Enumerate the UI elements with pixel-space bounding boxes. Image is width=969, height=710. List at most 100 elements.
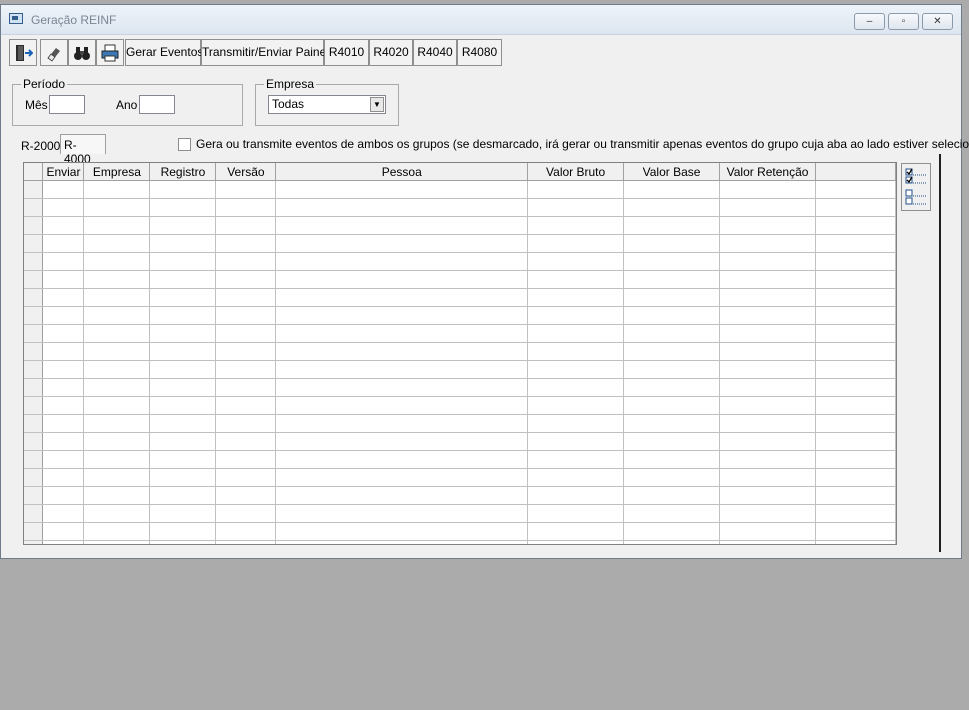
ambos-grupos-checkbox[interactable] — [178, 138, 191, 151]
row-indicator[interactable] — [24, 432, 44, 451]
row-indicator[interactable] — [24, 414, 44, 433]
table-cell[interactable] — [42, 180, 85, 199]
events-grid[interactable]: Enviar Empresa Registro Versão Pessoa Va… — [23, 162, 897, 545]
table-cell[interactable] — [815, 378, 896, 397]
table-cell[interactable] — [815, 198, 896, 217]
table-cell[interactable] — [275, 540, 529, 544]
table-cell[interactable] — [149, 414, 217, 433]
table-cell[interactable] — [623, 540, 721, 544]
table-cell[interactable] — [527, 378, 625, 397]
table-cell[interactable] — [527, 306, 625, 325]
table-cell[interactable] — [623, 378, 721, 397]
table-cell[interactable] — [215, 486, 277, 505]
row-indicator[interactable] — [24, 360, 44, 379]
row-indicator[interactable] — [24, 234, 44, 253]
row-indicator[interactable] — [24, 486, 44, 505]
table-cell[interactable] — [83, 234, 151, 253]
table-cell[interactable] — [815, 234, 896, 253]
table-cell[interactable] — [623, 450, 721, 469]
table-cell[interactable] — [527, 252, 625, 271]
row-indicator[interactable] — [24, 522, 44, 541]
table-cell[interactable] — [275, 396, 529, 415]
table-cell[interactable] — [527, 450, 625, 469]
table-cell[interactable] — [215, 306, 277, 325]
table-cell[interactable] — [149, 252, 217, 271]
table-cell[interactable] — [42, 324, 85, 343]
table-cell[interactable] — [83, 486, 151, 505]
table-cell[interactable] — [719, 450, 817, 469]
r4040-button[interactable]: R4040 — [413, 39, 457, 66]
table-cell[interactable] — [149, 450, 217, 469]
table-cell[interactable] — [215, 270, 277, 289]
table-cell[interactable] — [215, 324, 277, 343]
table-cell[interactable] — [623, 216, 721, 235]
table-row[interactable] — [24, 180, 896, 199]
table-cell[interactable] — [42, 198, 85, 217]
table-cell[interactable] — [149, 198, 217, 217]
table-cell[interactable] — [527, 432, 625, 451]
table-cell[interactable] — [275, 414, 529, 433]
table-row[interactable] — [24, 306, 896, 325]
table-cell[interactable] — [527, 270, 625, 289]
table-cell[interactable] — [149, 324, 217, 343]
table-cell[interactable] — [42, 288, 85, 307]
row-indicator[interactable] — [24, 252, 44, 271]
table-cell[interactable] — [527, 486, 625, 505]
restore-button[interactable]: ▫ — [888, 13, 919, 30]
table-cell[interactable] — [815, 540, 896, 544]
table-cell[interactable] — [42, 486, 85, 505]
table-cell[interactable] — [719, 270, 817, 289]
table-cell[interactable] — [215, 450, 277, 469]
table-row[interactable] — [24, 396, 896, 415]
row-indicator[interactable] — [24, 342, 44, 361]
col-valor-base[interactable]: Valor Base — [623, 163, 721, 181]
r4010-button[interactable]: R4010 — [324, 39, 369, 66]
row-indicator[interactable] — [24, 216, 44, 235]
table-cell[interactable] — [83, 540, 151, 544]
table-cell[interactable] — [149, 468, 217, 487]
table-cell[interactable] — [83, 270, 151, 289]
table-cell[interactable] — [42, 234, 85, 253]
table-row[interactable] — [24, 450, 896, 469]
table-cell[interactable] — [275, 198, 529, 217]
table-cell[interactable] — [149, 486, 217, 505]
mes-input[interactable] — [49, 95, 85, 114]
table-cell[interactable] — [527, 468, 625, 487]
table-cell[interactable] — [42, 306, 85, 325]
row-indicator[interactable] — [24, 504, 44, 523]
table-cell[interactable] — [215, 504, 277, 523]
row-indicator[interactable] — [24, 270, 44, 289]
row-indicator[interactable] — [24, 198, 44, 217]
table-cell[interactable] — [719, 540, 817, 544]
table-row[interactable] — [24, 342, 896, 361]
table-cell[interactable] — [149, 234, 217, 253]
table-cell[interactable] — [719, 288, 817, 307]
table-cell[interactable] — [83, 288, 151, 307]
table-cell[interactable] — [527, 324, 625, 343]
table-cell[interactable] — [83, 216, 151, 235]
table-cell[interactable] — [527, 360, 625, 379]
table-cell[interactable] — [42, 378, 85, 397]
table-cell[interactable] — [815, 180, 896, 199]
table-cell[interactable] — [215, 198, 277, 217]
table-cell[interactable] — [527, 522, 625, 541]
table-cell[interactable] — [215, 414, 277, 433]
table-cell[interactable] — [83, 468, 151, 487]
row-indicator[interactable] — [24, 540, 44, 544]
table-cell[interactable] — [719, 414, 817, 433]
table-cell[interactable] — [815, 216, 896, 235]
table-row[interactable] — [24, 378, 896, 397]
row-indicator[interactable] — [24, 180, 44, 199]
table-cell[interactable] — [215, 216, 277, 235]
table-cell[interactable] — [275, 216, 529, 235]
col-valor-bruto[interactable]: Valor Bruto — [527, 163, 625, 181]
table-cell[interactable] — [623, 360, 721, 379]
table-cell[interactable] — [83, 342, 151, 361]
table-cell[interactable] — [815, 468, 896, 487]
table-cell[interactable] — [215, 180, 277, 199]
table-cell[interactable] — [83, 450, 151, 469]
tab-r4000[interactable]: R-4000 — [60, 134, 106, 166]
table-cell[interactable] — [83, 378, 151, 397]
table-cell[interactable] — [815, 486, 896, 505]
table-cell[interactable] — [815, 360, 896, 379]
